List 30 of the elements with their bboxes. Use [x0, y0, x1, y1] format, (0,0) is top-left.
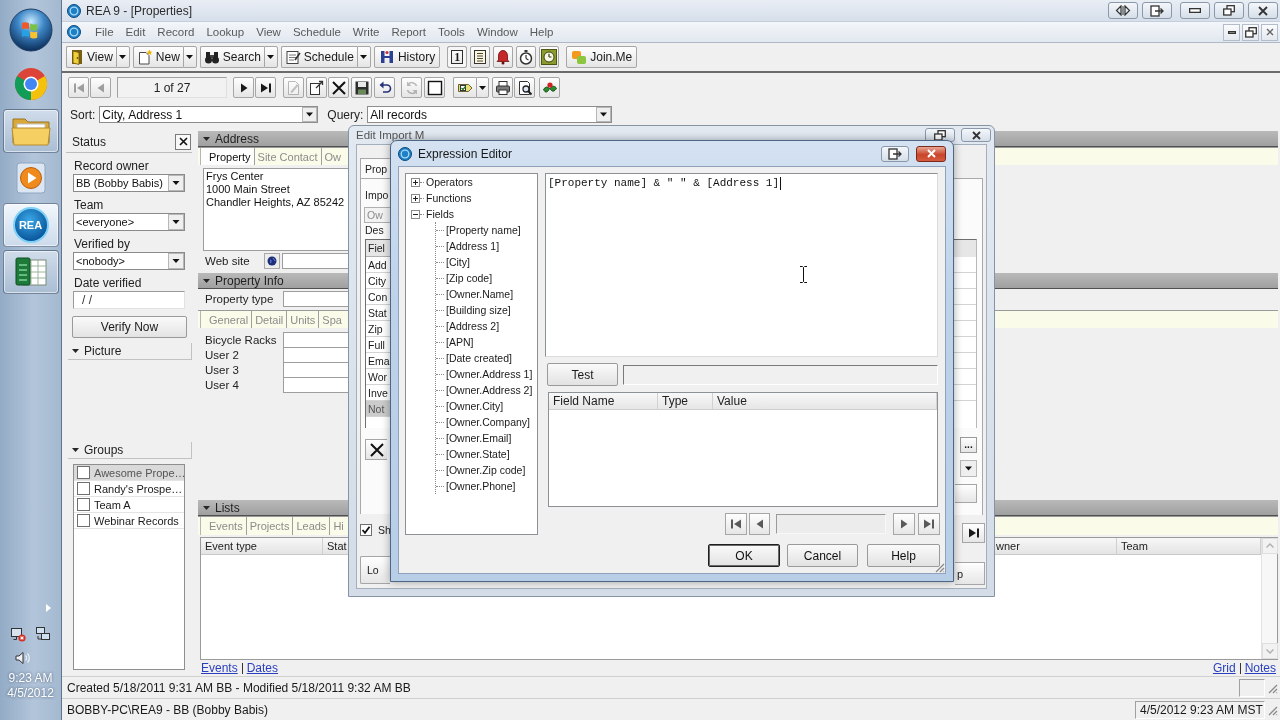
field-label: User 3: [205, 364, 239, 376]
field-label: User 4: [205, 379, 239, 391]
field-label: User 2: [205, 349, 239, 361]
status-text: Created 5/18/2011 9:31 AM BB - Modified 5/18/2011 9:32 AM BB: [67, 680, 411, 695]
clock-time: 9:23 AM: [8, 671, 53, 686]
field-label: Team: [74, 197, 104, 213]
field-label: Verified by: [74, 236, 131, 252]
window-title: REA 9 - [Properties]: [86, 3, 193, 18]
panel-title: Status: [72, 134, 107, 149]
field-label: Impo: [365, 188, 389, 202]
status-text: BOBBY-PC\REA9 - BB (Bobby Babis): [67, 702, 268, 717]
status-text: 4/5/2012 9:23 AM MST: [1135, 700, 1265, 719]
field-label: Record owner: [74, 158, 149, 174]
field-label: Property type: [205, 293, 274, 305]
section-title: Lists: [215, 500, 240, 515]
field-label: Sort:: [70, 107, 96, 122]
section-title: Groups: [84, 443, 124, 457]
clock-date: 4/5/2012: [7, 686, 54, 701]
checkbox-label: Sh: [378, 523, 391, 536]
field-label: Query:: [327, 107, 364, 122]
dialog-title: Expression Editor: [418, 146, 513, 161]
field-label: Des: [365, 223, 384, 237]
field-label: Date verified: [74, 275, 142, 291]
section-title: Address: [215, 131, 260, 146]
field-label: Web site: [205, 255, 250, 267]
section-title: Property Info: [215, 273, 284, 288]
field-label: Bicycle Racks: [205, 334, 277, 346]
section-title: Picture: [84, 344, 122, 358]
dialog-title: Edit Import M: [356, 128, 425, 142]
app-logo: REA: [12, 206, 49, 243]
